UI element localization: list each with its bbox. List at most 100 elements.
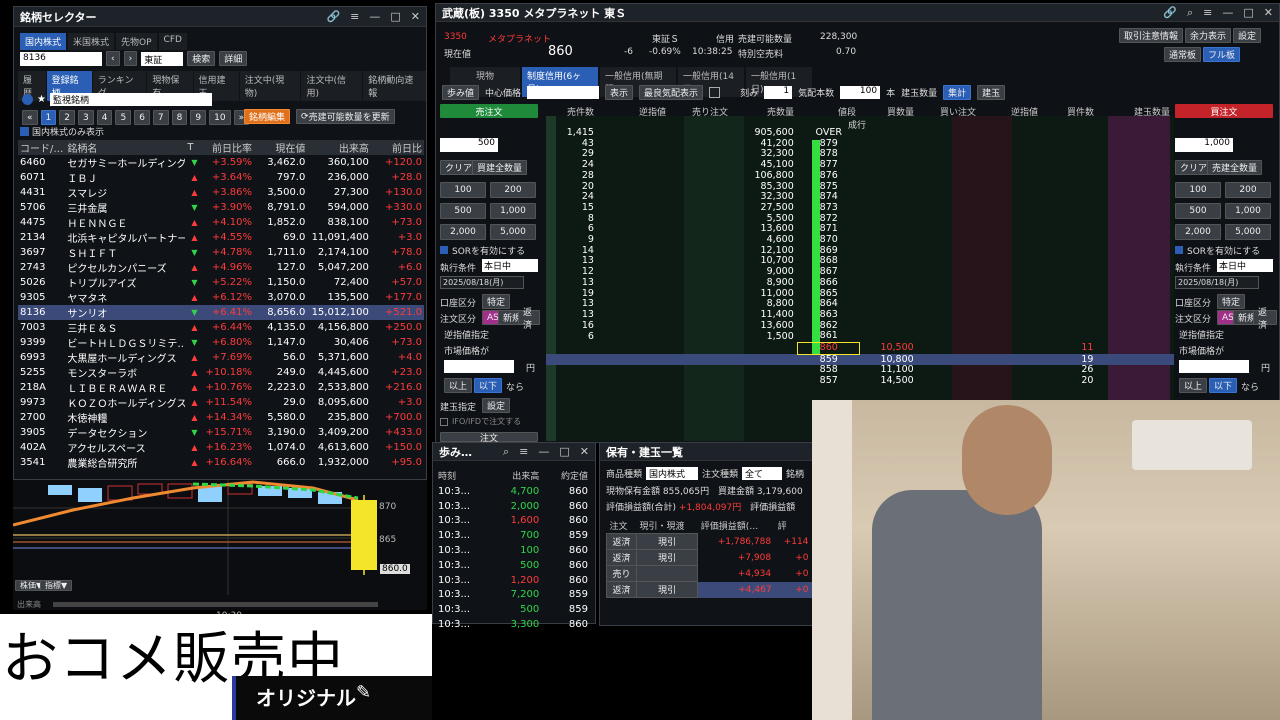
refresh-icon[interactable] [22, 94, 33, 105]
col-header[interactable]: 銘柄名 [65, 140, 185, 155]
menu-icon[interactable]: ≡ [1203, 6, 1212, 20]
page-2-button[interactable]: 2 [59, 110, 75, 125]
tick-select[interactable]: 1 [764, 86, 793, 99]
board-ask-row[interactable]: 24 32,300 874 [546, 192, 1174, 203]
sell-above-button[interactable]: 以上 [444, 378, 473, 393]
page-4-button[interactable]: 4 [96, 110, 113, 125]
sell-qty-2-button[interactable]: 500 [440, 203, 486, 219]
table-row[interactable]: 4475 ＨＥＮＮＧＥ ▲ +4.10% 1,852.0 838,100 +73.0 [18, 215, 424, 230]
buy-acct-select[interactable]: 特定 [1217, 294, 1245, 309]
search-button[interactable]: 検索 [187, 51, 216, 66]
search-icon[interactable]: ⌕ [1187, 6, 1193, 20]
board-ask-row[interactable]: 12 9,000 867 [546, 266, 1174, 278]
sell-stop-price-input[interactable] [444, 360, 514, 373]
sell-qty-4-button[interactable]: 2,000 [440, 224, 486, 240]
board-ask-row[interactable]: 8 5,500 872 [546, 213, 1174, 225]
minimize-icon[interactable]: — [1222, 6, 1233, 20]
page-7-button[interactable]: 7 [152, 110, 169, 125]
table-row[interactable]: 218A ＬＩＢＥＲＡＷＡＲＥ ▲ +10.76% 2,223.0 2,533,800 +2… [18, 380, 424, 395]
col-header[interactable]: T [185, 140, 203, 155]
board-ask-row[interactable]: 13 8,800 864 [546, 299, 1174, 310]
page-9-button[interactable]: 9 [190, 110, 207, 125]
sell-qty-0-button[interactable]: 100 [440, 182, 486, 198]
sell-date-select[interactable]: 2025/08/18(月) [440, 276, 524, 289]
page-8-button[interactable]: 8 [171, 110, 188, 125]
page-6-button[interactable]: 6 [134, 110, 150, 125]
buy-order-header[interactable]: 買注文 [1175, 104, 1273, 118]
col-header[interactable]: 現在値 [254, 140, 307, 155]
buy-above-button[interactable]: 以上 [1179, 378, 1208, 393]
board-ask-row[interactable]: 9 4,600 870 [546, 234, 1174, 246]
sell-order-header[interactable]: 売注文 [440, 104, 538, 118]
buy-qty-2-button[interactable]: 500 [1175, 203, 1221, 219]
maximize-icon[interactable]: □ [390, 10, 400, 23]
tab-order-margin[interactable]: 注文中(信用) [301, 71, 363, 101]
table-row[interactable]: 9399 ビートＨＬＤＧＳリミテ… ▼ +6.80% 1,147.0 30,406 +73.… [18, 335, 424, 350]
holdings-delivery-button[interactable] [636, 565, 699, 582]
page-10-button[interactable]: 10 [209, 110, 231, 125]
sell-sor-checkbox[interactable] [440, 246, 448, 254]
table-row[interactable]: 9305 ヤマタネ ▲ +6.12% 3,070.0 135,500 +177.0 [18, 290, 424, 305]
page-3-button[interactable]: 3 [77, 110, 94, 125]
display-button[interactable]: 表示 [605, 85, 634, 100]
col-header[interactable]: コード/… [18, 140, 65, 155]
sell-qty-input[interactable]: 500 [440, 138, 498, 152]
close-icon[interactable]: ✕ [411, 10, 420, 23]
board-ask-row[interactable]: 16 13,600 862 [546, 320, 1174, 332]
sell-qty-1-button[interactable]: 200 [490, 182, 536, 198]
board-ask-row[interactable]: 20 85,300 875 [546, 181, 1174, 193]
table-row[interactable]: 7003 三井Ｅ＆Ｓ ▲ +6.44% 4,135.0 4,156,800 +250.0 [18, 320, 424, 335]
maximize-icon[interactable]: □ [1243, 6, 1253, 20]
col-header[interactable]: 前日比率 [203, 140, 254, 155]
holdings-action-button[interactable]: 返済 [605, 581, 638, 598]
sell-all-qty-button[interactable]: 買建全数量 [472, 160, 528, 175]
product-select[interactable]: 国内株式 [646, 467, 699, 480]
caution-info-button[interactable]: 取引注意情報 [1119, 28, 1184, 43]
next-button[interactable]: › [123, 51, 138, 66]
buy-qty-5-button[interactable]: 5,000 [1225, 224, 1271, 240]
board-ask-row[interactable]: 13 10,700 868 [546, 256, 1174, 267]
maximize-icon[interactable]: □ [559, 445, 569, 459]
holdings-action-button[interactable]: 売り [605, 565, 638, 582]
table-row[interactable]: 3541 農業総合研究所 ▲ +16.64% 666.0 1,932,000 +95.0 [18, 455, 424, 470]
minimize-icon[interactable]: — [538, 445, 549, 459]
detail-button[interactable]: 詳細 [219, 51, 248, 66]
table-row[interactable]: 6993 大黒屋ホールディングス ▲ +7.69% 56.0 5,371,600 +4.0 [18, 350, 424, 365]
board-ask-row[interactable]: 28 106,800 876 [546, 170, 1174, 182]
link-icon[interactable]: 🔗 [326, 10, 340, 23]
holdings-row[interactable]: 返済 現引 +4,467 +0 [605, 581, 812, 598]
sell-ifo-checkbox[interactable] [440, 418, 448, 426]
sell-qty-5-button[interactable]: 5,000 [490, 224, 536, 240]
table-row[interactable]: 2700 木徳神糧 ▲ +14.34% 5,580.0 235,800 +700.0 [18, 410, 424, 425]
quote-count-select[interactable]: 100 [840, 86, 881, 99]
domestic-only-checkbox[interactable] [20, 127, 29, 136]
table-row[interactable]: 8136 サンリオ ▼ +6.41% 8,656.0 15,012,100 +521.0 [18, 305, 424, 320]
board-ask-row[interactable]: 6 1,500 861 [546, 330, 1174, 342]
margin-display-button[interactable]: 余力表示 [1185, 28, 1232, 43]
normal-board-button[interactable]: 通常板 [1164, 47, 1202, 62]
order-type-select[interactable]: 全て [742, 467, 783, 480]
tab-us[interactable]: 米国株式 [68, 33, 115, 50]
buy-qty-0-button[interactable]: 100 [1175, 182, 1221, 198]
edit-list-button[interactable]: 銘柄編集 [244, 109, 291, 124]
col-header[interactable]: 出来高 [307, 140, 370, 155]
settings-button[interactable]: 設定 [1233, 28, 1262, 43]
layout-icon[interactable] [709, 87, 721, 98]
holdings-row[interactable]: 返済 現引 +7,908 +0 [605, 549, 812, 566]
summary-button[interactable]: 集計 [943, 85, 972, 100]
table-row[interactable]: 2134 北浜キャピタルパートナー ▲ +4.55% 69.0 11,091,400 +3.… [18, 230, 424, 245]
buy-date-select[interactable]: 2025/08/18(月) [1175, 276, 1259, 289]
full-board-button[interactable]: フル板 [1203, 47, 1241, 62]
table-row[interactable]: 6460 セガサミーホールディングス ▼ +3.59% 3,462.0 360,100 +1… [18, 155, 424, 170]
best-quote-button[interactable]: 最良気配表示 [639, 85, 704, 100]
table-row[interactable]: 3697 ＳＨＩＦＴ ▼ +4.78% 1,711.0 2,174,100 +78.0 [18, 245, 424, 260]
buy-sor-checkbox[interactable] [1175, 246, 1183, 254]
page-prev-button[interactable]: « [22, 110, 38, 125]
holdings-delivery-button[interactable]: 現引 [636, 581, 699, 598]
update-sellable-button[interactable]: ⟳ 売建可能数量を更新 [296, 109, 395, 124]
sell-acct-select[interactable]: 特定 [482, 294, 510, 309]
board-ask-row[interactable]: 19 11,000 865 [546, 288, 1174, 300]
code-input[interactable]: 8136 [20, 51, 102, 66]
menu-icon[interactable]: ≡ [350, 10, 359, 23]
board-ask-row[interactable]: 13 11,400 863 [546, 309, 1174, 321]
